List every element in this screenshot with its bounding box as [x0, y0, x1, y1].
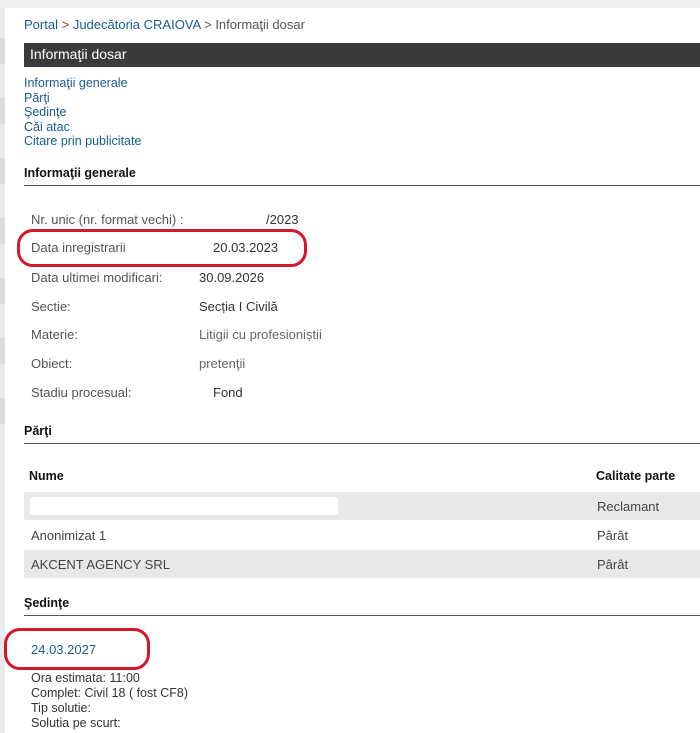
field-label: Materie:: [31, 327, 78, 342]
redacted-name-box: [30, 497, 338, 515]
left-sidebar-strip: [0, 8, 5, 733]
section-heading-sedinte: Şedinţe: [24, 596, 700, 616]
strip-segment: [0, 398, 5, 424]
table-row: Anonimizat 1 Pârât: [24, 521, 700, 549]
field-label: Nr. unic (nr. format vechi) :: [31, 212, 184, 227]
strip-segment: [0, 158, 5, 184]
field-label: Sectie:: [31, 299, 71, 314]
hearing-estimated-time: Ora estimata: 11:00: [31, 671, 140, 685]
strip-segment: [0, 98, 5, 124]
field-value-stadiu: Fond: [213, 385, 243, 400]
section-nav: Informaţii generale Părţi Şedinţe Căi at…: [24, 76, 141, 149]
hearing-date-link[interactable]: 24.03.2027: [31, 642, 96, 657]
breadcrumb-court-link[interactable]: Judecătoria CRAIOVA: [73, 17, 201, 32]
nav-link-informatii-generale[interactable]: Informaţii generale: [24, 76, 141, 91]
field-label: Obiect:: [31, 356, 73, 371]
party-role: Pârât: [597, 528, 629, 543]
breadcrumb-separator: >: [61, 17, 70, 32]
column-header-nume: Nume: [29, 469, 64, 483]
hearing-panel: Complet: Civil 18 ( fost CF8): [31, 686, 188, 700]
field-label: Data inregistrarii: [31, 240, 126, 255]
field-label: Stadiu procesual:: [31, 385, 132, 400]
section-heading-parti: Părţi: [24, 424, 700, 444]
field-value-nr-unic: /2023: [266, 212, 299, 227]
field-value-registration-date: 20.03.2023: [213, 240, 279, 255]
field-value-materie: Litigii cu profesioniștii: [199, 327, 322, 342]
table-row: Reclamant: [24, 492, 700, 520]
field-label: Data ultimei modificari:: [31, 270, 163, 285]
strip-segment: [0, 278, 5, 304]
strip-segment: [0, 218, 5, 244]
nav-link-parti[interactable]: Părţi: [24, 91, 141, 106]
breadcrumb-current: Informaţii dosar: [215, 17, 305, 32]
field-value-sectie: Secția I Civilă: [199, 299, 278, 314]
hearing-details: Ora estimata: 11:00 Complet: Civil 18 ( …: [31, 671, 188, 731]
strip-segment: [0, 38, 5, 64]
breadcrumb-separator: >: [204, 17, 212, 32]
page-title-bar: Informaţii dosar: [24, 43, 700, 67]
field-value-obiect: pretenţii: [199, 356, 246, 371]
party-role: Reclamant: [597, 499, 660, 514]
section-heading-general: Informaţii generale: [24, 166, 700, 186]
nav-link-sedinte[interactable]: Şedinţe: [24, 105, 141, 120]
party-name: Anonimizat 1: [31, 528, 107, 543]
breadcrumb: Portal > Judecătoria CRAIOVA > Informaţi…: [24, 17, 305, 32]
nav-link-cai-atac[interactable]: Căi atac: [24, 120, 141, 135]
nav-link-citare-prin-publicitate[interactable]: Citare prin publicitate: [24, 134, 141, 149]
strip-segment: [0, 338, 5, 364]
top-bar: [0, 0, 700, 8]
page-title: Informaţii dosar: [30, 46, 127, 62]
field-value-last-modified: 30.09.2026: [199, 270, 265, 285]
party-role: Pârât: [597, 557, 629, 572]
party-name: AKCENT AGENCY SRL: [31, 557, 170, 572]
hearing-solution-type: Tip solutie:: [31, 701, 91, 715]
breadcrumb-portal-link[interactable]: Portal: [24, 17, 58, 32]
table-row: AKCENT AGENCY SRL Pârât: [24, 550, 700, 578]
column-header-calitate: Calitate parte: [596, 469, 676, 483]
hearing-solution-summary: Solutia pe scurt:: [31, 716, 121, 730]
